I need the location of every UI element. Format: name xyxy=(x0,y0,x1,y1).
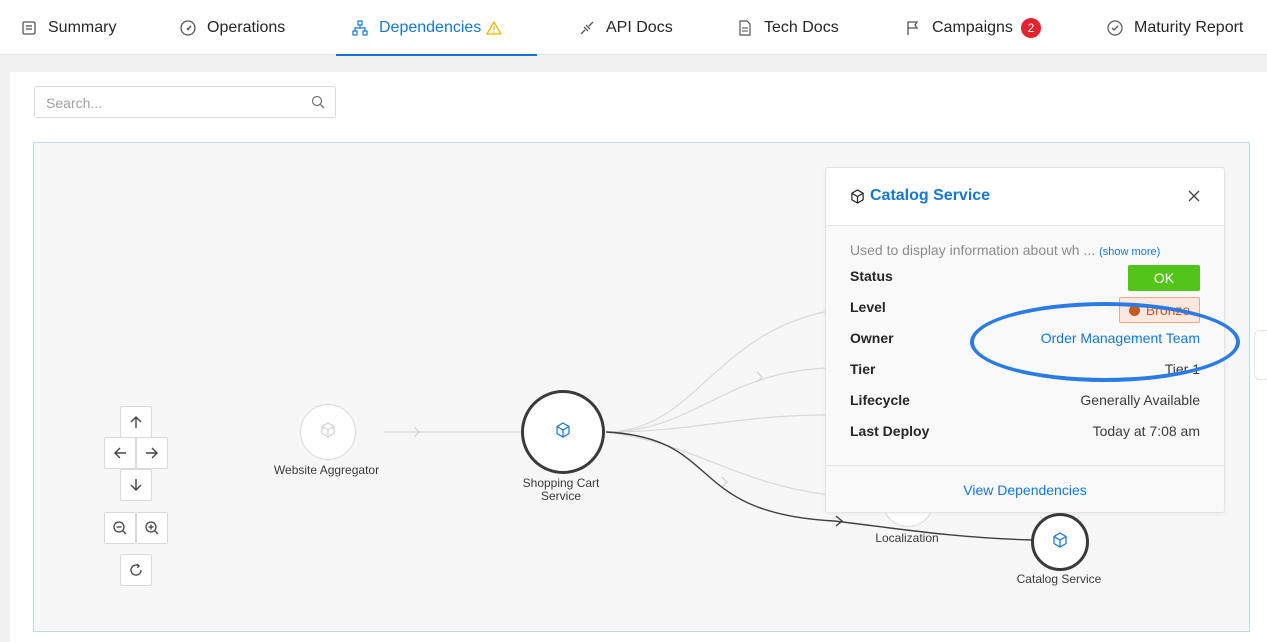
arrow-right-icon xyxy=(146,447,158,459)
refresh-icon xyxy=(130,563,142,576)
card-description: Used to display information about wh ...… xyxy=(850,242,1160,258)
view-dependencies-link[interactable]: View Dependencies xyxy=(826,482,1224,498)
status-badge: OK xyxy=(1128,265,1200,291)
node-label: Shopping Cart Service xyxy=(491,477,631,503)
last-deploy-label: Last Deploy xyxy=(850,423,930,439)
owner-label: Owner xyxy=(850,330,894,346)
cube-icon xyxy=(555,421,571,443)
card-footer: View Dependencies xyxy=(826,465,1224,512)
tab-label: API Docs xyxy=(606,18,673,36)
reset-view-button[interactable] xyxy=(120,554,152,586)
tab-label: Operations xyxy=(207,18,286,36)
level-label: Level xyxy=(850,299,886,315)
tab-label: Maturity Report xyxy=(1134,18,1244,36)
warning-icon xyxy=(486,20,503,36)
pan-down-button[interactable] xyxy=(120,469,152,501)
tab-label: Tech Docs xyxy=(764,18,839,36)
document-icon xyxy=(736,19,754,37)
summary-icon xyxy=(20,19,38,37)
card-header: Catalog Service xyxy=(826,168,1224,226)
pan-right-button[interactable] xyxy=(136,437,168,469)
cube-icon xyxy=(1052,531,1068,553)
plug-icon xyxy=(578,19,596,37)
cube-icon xyxy=(320,421,336,443)
tab-maturity-report[interactable]: Maturity Report xyxy=(1106,0,1243,55)
tab-bar: Summary Operations Dependencies API Docs… xyxy=(0,0,1267,56)
zoom-out-button[interactable] xyxy=(104,512,136,544)
arrow-left-icon xyxy=(114,447,126,459)
zoom-in-icon xyxy=(145,521,159,535)
description-text: Used to display information about wh ... xyxy=(850,242,1096,258)
lifecycle-label: Lifecycle xyxy=(850,392,910,408)
arrow-down-icon xyxy=(130,479,142,491)
flag-icon xyxy=(904,19,922,37)
pan-up-button[interactable] xyxy=(120,406,152,438)
node-label: Catalog Service xyxy=(1016,572,1102,586)
node-label-line: Service xyxy=(540,489,581,503)
last-deploy-value: Today at 7:08 am xyxy=(1092,423,1200,439)
node-shopping-cart-service[interactable] xyxy=(521,390,605,474)
show-more-link[interactable]: (show more) xyxy=(1099,246,1160,258)
tab-dependencies[interactable]: Dependencies xyxy=(335,0,538,56)
node-website-aggregator[interactable] xyxy=(300,404,356,460)
tab-label: Summary xyxy=(48,18,117,36)
faded-edges xyxy=(384,310,830,496)
search-icon[interactable] xyxy=(311,95,325,114)
zoom-out-icon xyxy=(113,521,127,535)
tab-campaigns[interactable]: Campaigns 2 xyxy=(904,0,1041,55)
arrow-up-icon xyxy=(130,416,142,428)
tab-tech-docs[interactable]: Tech Docs xyxy=(736,0,839,55)
tab-label: Campaigns xyxy=(932,18,1013,36)
node-label: Localization xyxy=(875,531,939,545)
gauge-icon xyxy=(179,19,197,37)
pan-left-button[interactable] xyxy=(104,437,136,469)
cube-icon xyxy=(850,189,865,209)
search-input[interactable] xyxy=(46,93,296,113)
side-drawer-handle[interactable] xyxy=(1254,330,1267,380)
node-label: Website Aggregator xyxy=(273,463,380,477)
search-box xyxy=(34,86,336,118)
tab-operations[interactable]: Operations xyxy=(179,0,285,55)
tier-label: Tier xyxy=(850,361,876,377)
node-label-line: Shopping Cart xyxy=(522,476,600,490)
campaign-count-badge: 2 xyxy=(1020,17,1041,38)
node-catalog-service[interactable] xyxy=(1031,513,1089,571)
card-title[interactable]: Catalog Service xyxy=(870,187,990,205)
zoom-in-button[interactable] xyxy=(136,512,168,544)
check-circle-icon xyxy=(1106,19,1124,37)
lifecycle-value: Generally Available xyxy=(1080,392,1200,408)
highlight-annotation xyxy=(970,302,1240,382)
tab-summary[interactable]: Summary xyxy=(20,0,116,55)
close-icon[interactable] xyxy=(1188,189,1202,203)
status-label: Status xyxy=(850,268,893,284)
tab-label: Dependencies xyxy=(379,18,482,36)
hierarchy-icon xyxy=(351,19,369,37)
tab-api-docs[interactable]: API Docs xyxy=(578,0,673,55)
